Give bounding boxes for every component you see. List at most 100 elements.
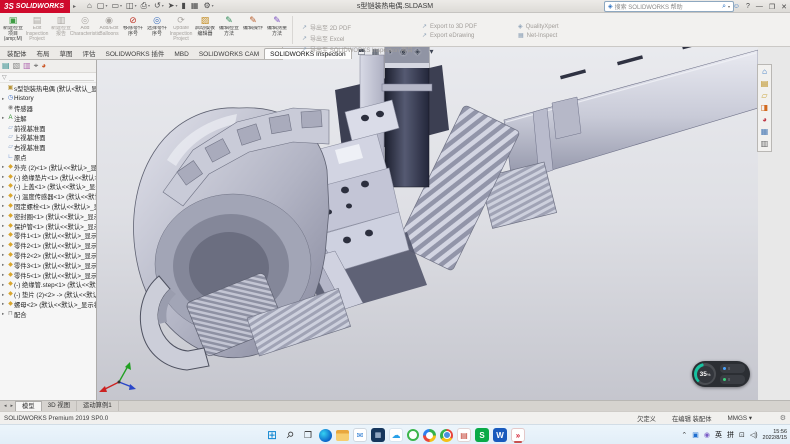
- tree-item[interactable]: ◉ 传感器: [0, 104, 96, 114]
- restore[interactable]: ❐: [769, 3, 775, 11]
- ribbon-tab[interactable]: 装配体: [2, 46, 32, 59]
- ribbon-button[interactable]: ✎ 编辑操作: [241, 14, 265, 46]
- tree-item[interactable]: ∟ 原点: [0, 153, 96, 163]
- help[interactable]: ?: [746, 3, 750, 10]
- task-view[interactable]: ❐: [301, 428, 315, 442]
- search-caret-icon[interactable]: ▾: [728, 4, 730, 9]
- tree-item[interactable]: ▸ ◆ (-) 绝缘管.step<1> (默认<<默认>_: [0, 280, 96, 290]
- minimize[interactable]: —: [756, 3, 763, 10]
- ribbon-tab[interactable]: 评估: [78, 46, 101, 59]
- ribbon-export-item[interactable]: ▦Net-Inspect: [512, 32, 596, 39]
- rebuild[interactable]: ▮: [181, 0, 186, 12]
- browser-360[interactable]: [407, 429, 419, 441]
- tree-item[interactable]: ▸ ◆ 零件1<1> (默认<<默认>_显示状态: [0, 231, 96, 241]
- ime-language[interactable]: 英: [715, 430, 722, 440]
- document-tab[interactable]: 3D 视图: [42, 401, 77, 411]
- filter-input[interactable]: [9, 75, 94, 81]
- search-icon[interactable]: ⌕: [722, 3, 726, 11]
- recorder-button-top[interactable]: ≡: [720, 364, 745, 373]
- ribbon-button[interactable]: ✎ 编辑测量方法: [265, 14, 289, 46]
- start[interactable]: ⊞: [265, 428, 279, 442]
- print[interactable]: ⎙▾: [141, 0, 150, 12]
- ribbon-export-item[interactable]: ◈QualityXpert: [512, 23, 596, 30]
- tray-shield[interactable]: ◉: [704, 431, 710, 439]
- file-properties[interactable]: ▦: [191, 0, 200, 12]
- store-app[interactable]: ▦: [371, 428, 385, 442]
- tree-item[interactable]: ▸ ◆ 固定螺栓<1> (默认<<默认>_显示状: [0, 202, 96, 212]
- ribbon-button[interactable]: ◉ Add/Edit Balloons: [97, 14, 121, 46]
- tree-item[interactable]: ▸ ◆ 零件3<1> (默认<<默认>_显示状态: [0, 260, 96, 270]
- edge[interactable]: [319, 429, 332, 442]
- new-file[interactable]: ▢▾: [97, 0, 108, 12]
- app-green-s[interactable]: S: [475, 428, 489, 442]
- volume[interactable]: ◁): [750, 431, 758, 439]
- ribbon-export-item[interactable]: ↗Export eDrawing: [416, 32, 512, 39]
- dimxpertmanager[interactable]: ⌖: [34, 60, 39, 72]
- tree-item[interactable]: ▸ ◆ (-) 垫片 (2)<2> -> (默认<<默认>_: [0, 290, 96, 300]
- file-explorer[interactable]: [336, 430, 349, 441]
- save[interactable]: ◫▾: [126, 0, 137, 12]
- tree-item[interactable]: ▸ ◆ (-) 温度传感器<1> (默认<<默认>_显: [0, 192, 96, 202]
- file-explorer[interactable]: ▱: [761, 90, 767, 102]
- appearances-scenes[interactable]: ◕: [762, 114, 767, 126]
- document-tab[interactable]: 模型: [15, 401, 42, 411]
- tray-app-blue[interactable]: ▣: [692, 431, 699, 439]
- word[interactable]: W: [493, 428, 507, 442]
- ribbon-tab[interactable]: 布局: [32, 46, 55, 59]
- ribbon-export-item[interactable]: ↗导出至 Excel: [296, 34, 416, 43]
- ribbon-button[interactable]: ⊘ 移除零件序号: [121, 14, 145, 46]
- ribbon-button[interactable]: ✎ 编辑检查方法: [217, 14, 241, 46]
- mail[interactable]: ✉: [353, 428, 367, 442]
- taskbar-clock[interactable]: 15:56 2022/8/15: [763, 429, 787, 442]
- chrome[interactable]: [440, 429, 453, 442]
- tree-filter[interactable]: ▽: [0, 73, 96, 83]
- cloud-app[interactable]: ☁: [389, 428, 403, 442]
- dictionary[interactable]: ▤: [457, 428, 471, 442]
- solidworks-resources[interactable]: ⌂: [762, 66, 767, 78]
- open-file[interactable]: ▭▾: [111, 0, 122, 12]
- view-palette[interactable]: ◨: [761, 102, 769, 114]
- tree-item[interactable]: ▸ ◆ 螺母<2> (默认<<默认>_显示状态: [0, 300, 96, 310]
- status-gear-icon[interactable]: ⚙: [780, 414, 786, 422]
- ribbon-tab[interactable]: 草图: [55, 46, 78, 59]
- undo[interactable]: ↺▾: [154, 0, 164, 12]
- search[interactable]: ⚲: [280, 425, 300, 444]
- propertymanager[interactable]: ▧: [13, 60, 21, 72]
- search-box[interactable]: ◈ 搜索 SOLIDWORKS 帮助 ⌕ ▾: [604, 1, 734, 12]
- recorder-overlay[interactable]: 35% ≡ ≡: [692, 361, 750, 387]
- select[interactable]: ➤▾: [168, 0, 178, 12]
- tree-item[interactable]: ▱ 右视基准面: [0, 143, 96, 153]
- ribbon-tab[interactable]: SOLIDWORKS 插件: [101, 46, 170, 59]
- forum[interactable]: ▥: [761, 138, 769, 150]
- tree-item[interactable]: ▸ ◆ 外壳 (2)<1> (默认<<默认>_显示状: [0, 162, 96, 172]
- tree-item[interactable]: ▸ ⊓ 配合: [0, 309, 96, 319]
- tree-item[interactable]: ▸ A 注解: [0, 113, 96, 123]
- tree-item[interactable]: ▸ ◆ 密封圈<1> (默认<<默认>_显示状态: [0, 211, 96, 221]
- ribbon-export-item[interactable]: ↗导出至 2D PDF: [296, 23, 416, 32]
- display-settings[interactable]: ⊡: [739, 431, 745, 439]
- close[interactable]: ✕: [781, 3, 787, 11]
- displaymanager[interactable]: ◕: [41, 60, 46, 72]
- options[interactable]: ⚙▾: [203, 0, 213, 12]
- ribbon-button[interactable]: ▨ 启动模板编辑器: [193, 14, 217, 46]
- design-library[interactable]: ▤: [761, 78, 769, 90]
- tree-item[interactable]: ▸ ◆ 保护管<1> (默认<<默认>_显示状态: [0, 221, 96, 231]
- custom-properties[interactable]: ▦: [761, 126, 769, 138]
- ribbon-tab[interactable]: SOLIDWORKS CAM: [194, 49, 264, 59]
- menu-flyout-icon[interactable]: ▸: [73, 3, 76, 10]
- ime-mode[interactable]: 拼: [727, 430, 734, 440]
- tree-item[interactable]: ▱ 前视基准面: [0, 123, 96, 133]
- ribbon-export-item[interactable]: ↗Export to 3D PDF: [416, 23, 512, 30]
- ribbon-button[interactable]: ▤ Edit Inspection Project: [25, 14, 49, 46]
- ribbon-button[interactable]: ⟳ Update Inspection Project: [169, 14, 193, 46]
- ribbon-export-item[interactable]: ↗导出至 SOLIDWORKS Inspection 项目: [296, 45, 416, 54]
- tree-item[interactable]: ▱ 上视基准面: [0, 133, 96, 143]
- hidden-icons[interactable]: ⌃: [681, 431, 687, 439]
- ribbon-button[interactable]: ◎ 选择零件序号: [145, 14, 169, 46]
- login[interactable]: ☺: [733, 3, 740, 10]
- tree-item[interactable]: ▸ ◆ 零件5<1> (默认<<默认>_显示状态: [0, 270, 96, 280]
- ribbon-button[interactable]: ▣ 新建检查项目 (amp;M): [1, 14, 25, 46]
- browser-ring[interactable]: [423, 429, 436, 442]
- ribbon-tab[interactable]: MBD: [169, 49, 193, 59]
- tree-item[interactable]: ▸ ◆ 零件2<1> (默认<<默认>_显示状态: [0, 241, 96, 251]
